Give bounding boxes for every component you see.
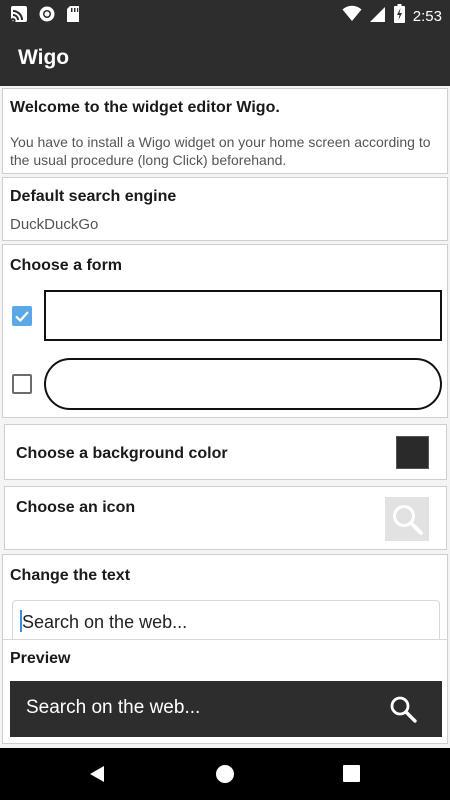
change-text-input[interactable]: Search on the web... xyxy=(12,600,440,644)
background-color-swatch[interactable] xyxy=(396,436,429,469)
status-bar: 2:53 xyxy=(0,0,450,28)
form-rounded-option[interactable] xyxy=(44,358,442,410)
battery-icon xyxy=(393,4,405,28)
status-time: 2:53 xyxy=(412,7,442,25)
preview-widget: Search on the web... xyxy=(10,681,442,737)
welcome-title: Welcome to the widget editor Wigo. xyxy=(10,99,280,116)
search-engine-card[interactable]: Default search engine DuckDuckGo xyxy=(2,177,448,241)
recents-icon[interactable] xyxy=(343,765,360,782)
record-icon xyxy=(38,5,56,28)
icon-preview-box[interactable] xyxy=(385,497,429,541)
sd-card-icon xyxy=(66,5,80,28)
change-text-card: Change the text Search on the web... xyxy=(2,554,448,644)
app-title: Wigo xyxy=(18,46,70,69)
icon-label: Choose an icon xyxy=(16,499,136,516)
change-text-title: Change the text xyxy=(10,567,131,584)
welcome-card: Welcome to the widget editor Wigo. You h… xyxy=(2,88,448,174)
form-rounded-checkbox[interactable] xyxy=(12,374,32,394)
app-bar: Wigo xyxy=(0,28,450,86)
status-right-icons: 2:53 xyxy=(342,4,442,28)
back-icon[interactable] xyxy=(88,765,106,783)
cast-icon xyxy=(10,5,28,28)
navigation-bar xyxy=(0,748,450,800)
home-icon[interactable] xyxy=(215,764,235,784)
search-icon xyxy=(393,505,423,535)
preview-title: Preview xyxy=(10,650,71,667)
form-rectangle-checkbox[interactable] xyxy=(12,306,32,326)
form-card: Choose a form xyxy=(2,244,448,418)
background-color-card[interactable]: Choose a background color xyxy=(4,424,447,480)
check-icon xyxy=(15,311,29,323)
wifi-icon xyxy=(342,5,362,28)
background-color-label: Choose a background color xyxy=(16,445,228,462)
change-text-value: Search on the web... xyxy=(22,612,188,632)
search-icon xyxy=(390,696,417,723)
form-title: Choose a form xyxy=(10,257,123,274)
editor-content[interactable]: Welcome to the widget editor Wigo. You h… xyxy=(0,86,450,748)
status-left-icons xyxy=(10,5,80,28)
preview-card: Preview Search on the web... xyxy=(2,639,448,744)
search-engine-title: Default search engine xyxy=(10,188,177,205)
form-rectangle-option[interactable] xyxy=(44,290,442,341)
preview-text: Search on the web... xyxy=(26,697,201,718)
icon-card[interactable]: Choose an icon xyxy=(4,486,447,550)
search-engine-value: DuckDuckGo xyxy=(10,216,99,233)
signal-icon xyxy=(369,5,386,28)
welcome-text: You have to install a Wigo widget on you… xyxy=(10,134,431,168)
